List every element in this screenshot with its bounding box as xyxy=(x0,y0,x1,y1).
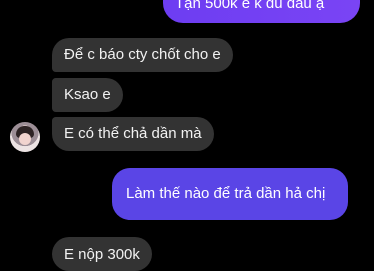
message-text: Tận 500k e k đủ đâu ạ xyxy=(175,0,325,12)
message-text: Ksao e xyxy=(64,86,111,103)
message-text: E nộp 300k xyxy=(64,246,140,263)
message-bubble-incoming[interactable]: Để c báo cty chốt cho e xyxy=(52,38,233,72)
message-text: E có thể chả dần mà xyxy=(64,125,202,142)
message-bubble-incoming[interactable]: Ksao e xyxy=(52,78,123,112)
message-bubble-outgoing[interactable]: Làm thế nào để trả dần hả chị xyxy=(112,168,348,220)
message-text: Làm thế nào để trả dần hả chị xyxy=(126,185,326,202)
message-thread: Tận 500k e k đủ đâu ạ Để c báo cty chốt … xyxy=(0,0,374,271)
message-bubble-outgoing[interactable]: Tận 500k e k đủ đâu ạ xyxy=(163,0,360,23)
profile-avatar-icon[interactable] xyxy=(10,122,40,152)
message-bubble-incoming[interactable]: E nộp 300k xyxy=(52,237,152,271)
message-bubble-incoming[interactable]: E có thể chả dần mà xyxy=(52,117,214,151)
message-text: Để c báo cty chốt cho e xyxy=(64,46,221,63)
